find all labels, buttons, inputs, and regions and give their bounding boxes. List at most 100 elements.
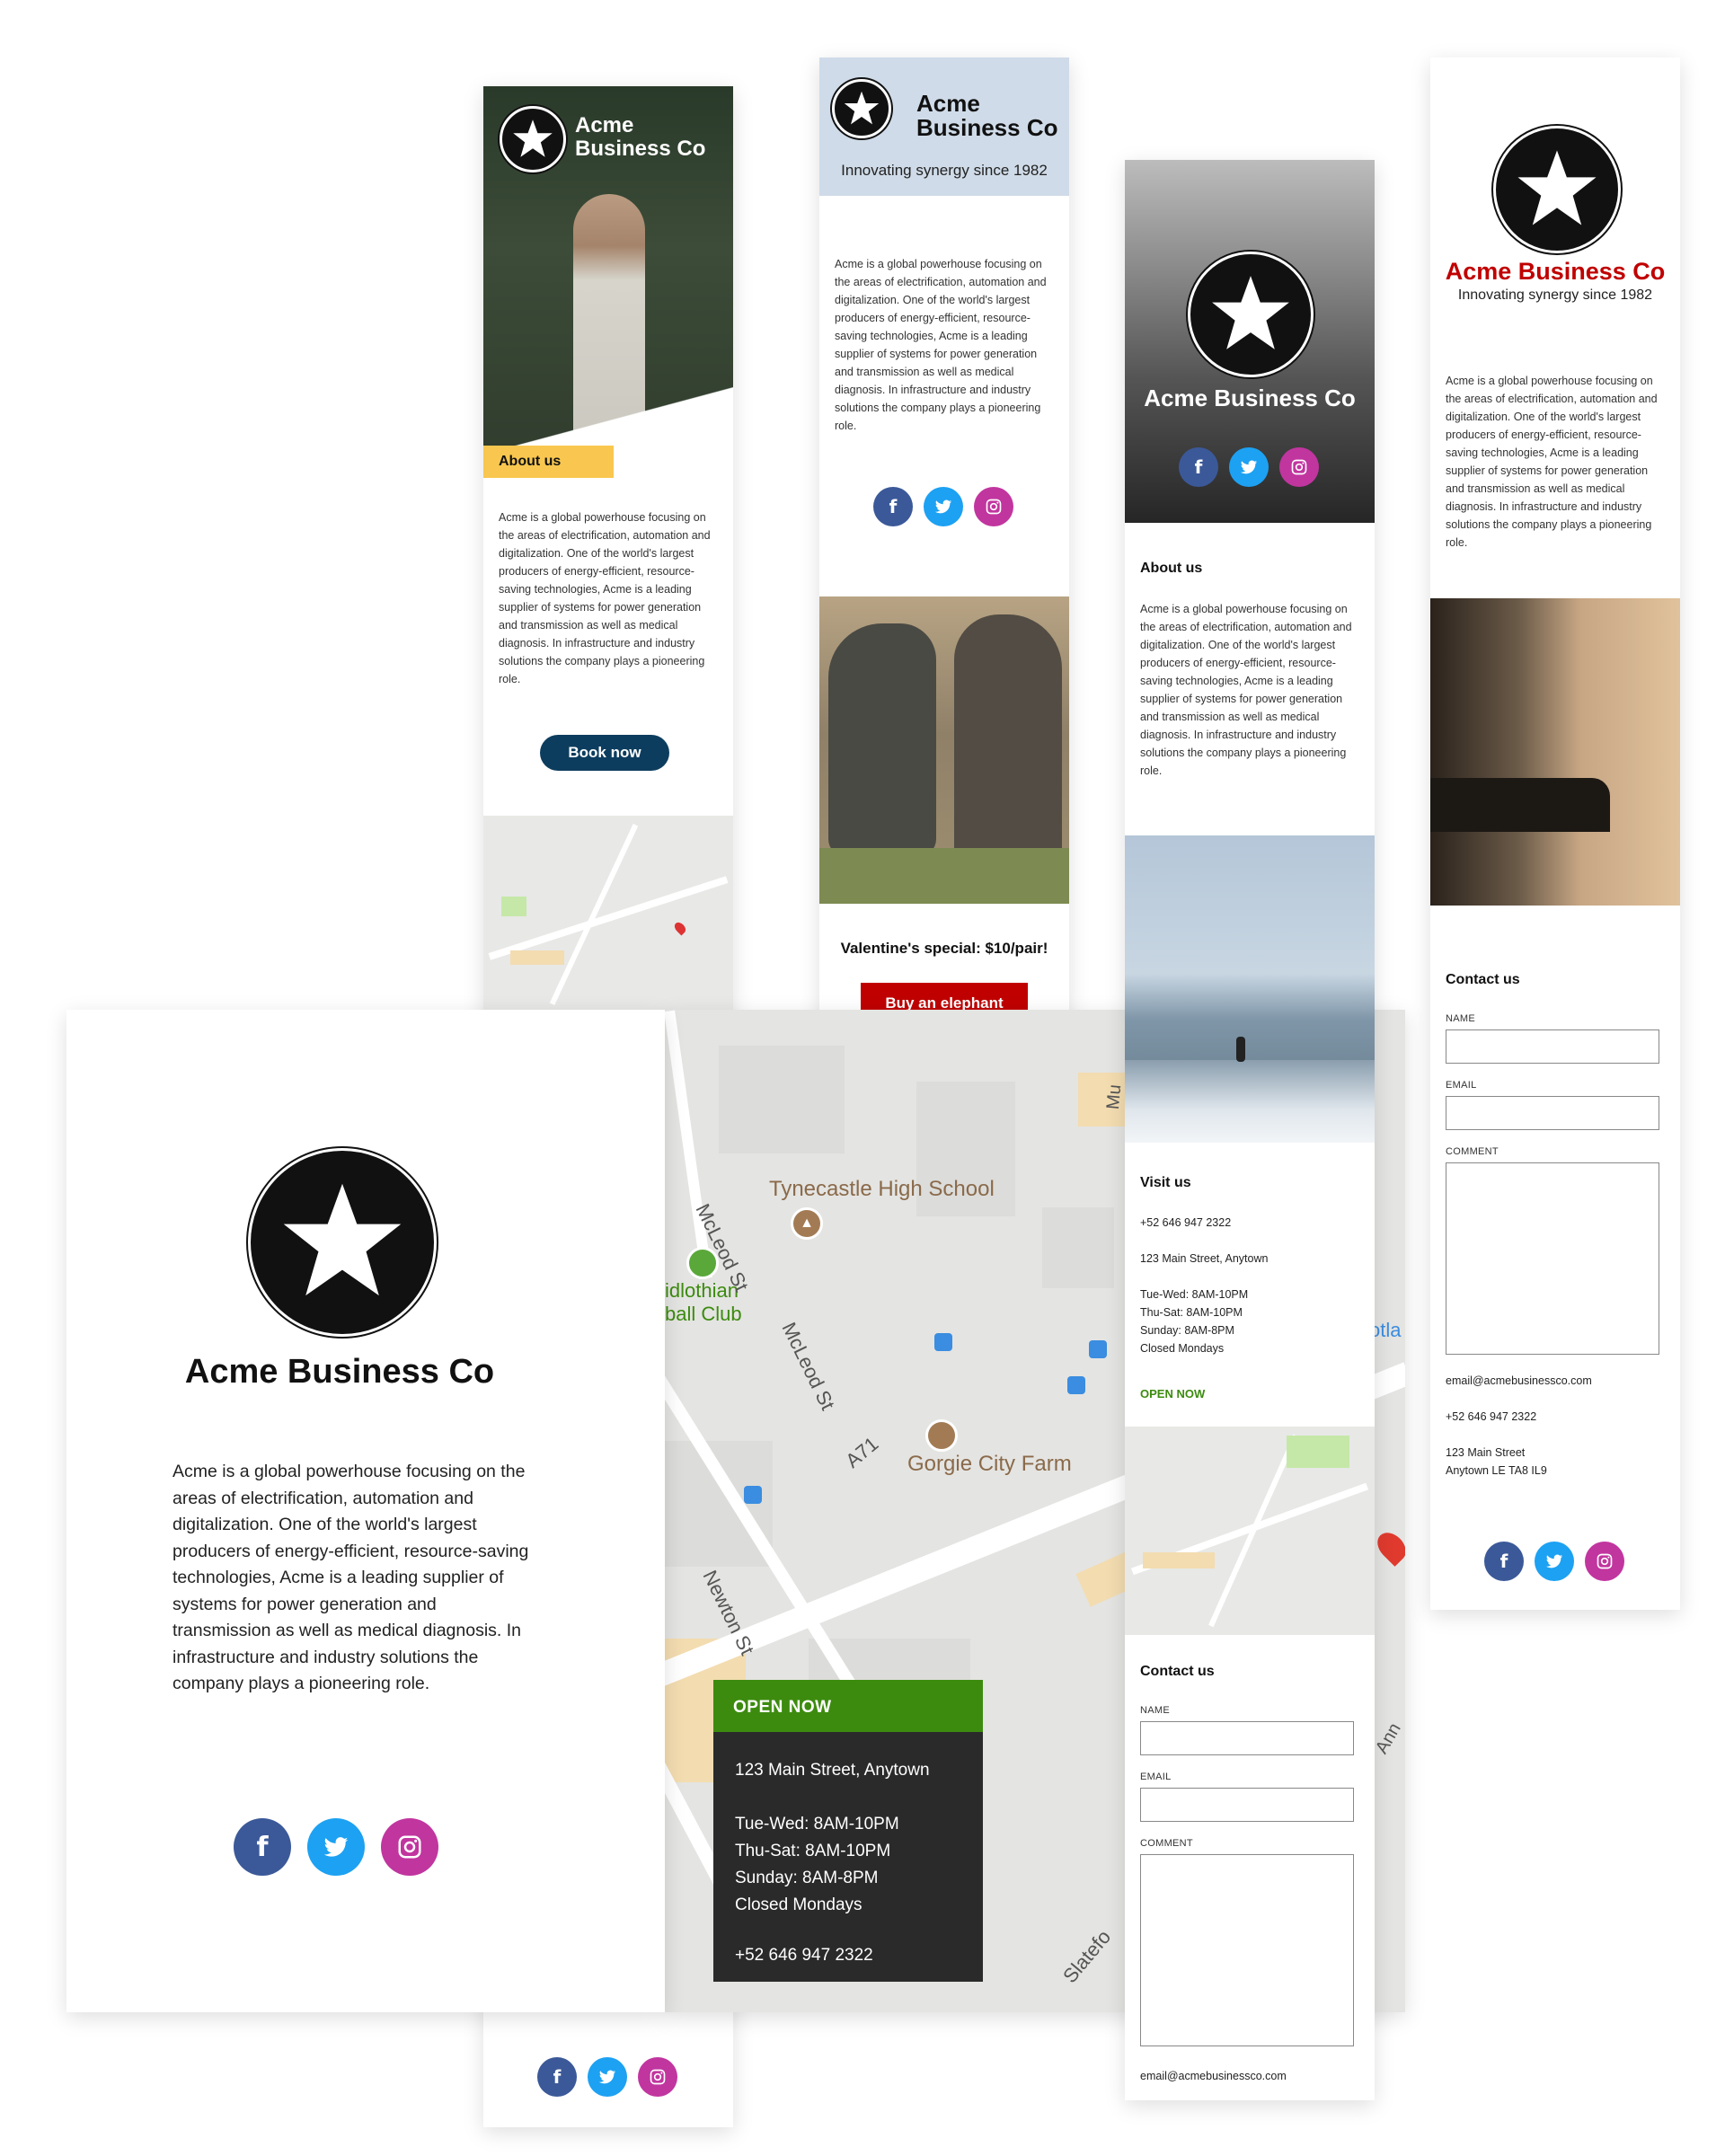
farm-icon bbox=[925, 1419, 958, 1452]
sea-photo bbox=[1125, 835, 1375, 1143]
logo-star-icon bbox=[1188, 252, 1314, 377]
map-label-road: A71 bbox=[841, 1432, 883, 1472]
contact-phone: +52 646 947 2322 bbox=[1446, 1410, 1537, 1423]
comment-label: COMMENT bbox=[1140, 1838, 1193, 1849]
instagram-icon[interactable] bbox=[1279, 447, 1319, 487]
about-heading: About us bbox=[499, 454, 562, 469]
tagline: Innovating synergy since 1982 bbox=[1457, 287, 1653, 303]
about-text: Acme is a global powerhouse focusing on … bbox=[1446, 375, 1658, 549]
hours-phone: +52 646 947 2322 bbox=[735, 1946, 873, 1965]
facebook-icon[interactable]: f bbox=[234, 1818, 291, 1876]
map-label-street2: McLeod St bbox=[777, 1319, 840, 1414]
visit-hours-3: Sunday: 8AM-8PM bbox=[1140, 1324, 1234, 1337]
social-links: f bbox=[1484, 1542, 1624, 1581]
social-links: f bbox=[873, 487, 1013, 526]
facebook-icon[interactable]: f bbox=[537, 2057, 577, 2097]
email-label: EMAIL bbox=[1446, 1080, 1477, 1091]
name-field[interactable] bbox=[1446, 1029, 1659, 1064]
promo-heading: Valentine's special: $10/pair! bbox=[840, 940, 1048, 957]
visit-address: 123 Main Street, Anytown bbox=[1140, 1252, 1269, 1265]
open-now-label: OPEN NOW bbox=[733, 1698, 832, 1717]
social-links: f bbox=[234, 1818, 438, 1876]
map-thumbnail[interactable] bbox=[483, 816, 733, 1013]
blue-header: Acme Business Co Innovating synergy sinc… bbox=[819, 57, 1069, 196]
map-thumbnail[interactable] bbox=[1125, 1427, 1375, 1635]
map-label-club-line2: ball Club bbox=[665, 1303, 742, 1325]
about-heading: About us bbox=[1140, 561, 1203, 576]
twitter-icon[interactable] bbox=[588, 2057, 627, 2097]
open-now-bar: OPEN NOW bbox=[713, 1680, 983, 1732]
hours-panel: OPEN NOW 123 Main Street, Anytown Tue-We… bbox=[713, 1680, 983, 1982]
email-field[interactable] bbox=[1140, 1788, 1354, 1822]
logo-star-icon bbox=[500, 106, 566, 172]
visit-phone: +52 646 947 2322 bbox=[1140, 1216, 1232, 1229]
template-card-blue-header: Acme Business Co Innovating synergy sinc… bbox=[819, 57, 1069, 1046]
hours-address: 123 Main Street, Anytown bbox=[735, 1761, 930, 1780]
facebook-icon[interactable]: f bbox=[1484, 1542, 1524, 1581]
logo-star-icon bbox=[248, 1148, 437, 1337]
facebook-icon[interactable]: f bbox=[873, 487, 913, 526]
bus-stop-icon bbox=[1089, 1340, 1107, 1358]
swimmer-figure bbox=[1236, 1037, 1245, 1062]
brand-name-line1: Acme bbox=[575, 113, 634, 137]
contact-email[interactable]: email@acmebusinessco.com bbox=[1446, 1374, 1592, 1387]
bus-stop-icon bbox=[934, 1333, 952, 1351]
twitter-icon[interactable] bbox=[924, 487, 963, 526]
wave-foam bbox=[1125, 1060, 1375, 1143]
template-card-red-brand: Acme Business Co Innovating synergy sinc… bbox=[1430, 57, 1680, 1610]
name-label: NAME bbox=[1446, 1013, 1475, 1024]
contact-email[interactable]: email@acmebusinessco.com bbox=[1140, 2070, 1287, 2082]
instagram-icon[interactable] bbox=[1585, 1542, 1624, 1581]
hours-line-4: Closed Mondays bbox=[735, 1895, 862, 1914]
logo-star-icon bbox=[1493, 126, 1621, 253]
address-line1: 123 Main Street bbox=[1446, 1446, 1526, 1459]
about-text: Acme is a global powerhouse focusing on … bbox=[172, 1462, 529, 1693]
template-card-large: Acme Business Co Acme is a global powerh… bbox=[66, 1010, 665, 2012]
visit-heading: Visit us bbox=[1140, 1175, 1191, 1190]
email-label: EMAIL bbox=[1140, 1772, 1172, 1782]
twitter-icon[interactable] bbox=[307, 1818, 365, 1876]
brand-name: Acme Business Co bbox=[1445, 258, 1666, 285]
brand-name-line2: Business Co bbox=[916, 114, 1058, 141]
school-icon: ▲ bbox=[791, 1207, 823, 1240]
brand-name: Acme Business Co bbox=[1144, 384, 1356, 411]
twitter-icon[interactable] bbox=[1229, 447, 1269, 487]
hours-line-2: Thu-Sat: 8AM-10PM bbox=[735, 1842, 891, 1860]
name-field[interactable] bbox=[1140, 1721, 1354, 1755]
about-tab: About us bbox=[483, 446, 614, 478]
social-links: f bbox=[1179, 447, 1319, 487]
bus-stop-icon bbox=[744, 1486, 762, 1504]
address-line2: Anytown LE TA8 IL9 bbox=[1446, 1464, 1547, 1477]
espresso-photo bbox=[1430, 598, 1680, 906]
instagram-icon[interactable] bbox=[638, 2057, 677, 2097]
contact-heading: Contact us bbox=[1446, 972, 1520, 987]
comment-label: COMMENT bbox=[1446, 1146, 1499, 1157]
brand-name-line2: Business Co bbox=[575, 137, 706, 161]
book-now-button[interactable]: Book now bbox=[540, 735, 669, 771]
about-text: Acme is a global powerhouse focusing on … bbox=[499, 511, 711, 685]
hero-photo-mist: Acme Business Co f bbox=[1125, 160, 1375, 523]
logo-star-icon bbox=[832, 79, 891, 138]
about-text: Acme is a global powerhouse focusing on … bbox=[835, 258, 1047, 432]
twitter-icon[interactable] bbox=[1535, 1542, 1574, 1581]
map-label-street5: Mu bbox=[1103, 1083, 1126, 1110]
visit-hours-1: Tue-Wed: 8AM-10PM bbox=[1140, 1288, 1249, 1301]
map-label-edge2: Ann bbox=[1371, 1719, 1405, 1758]
elephants-photo bbox=[819, 596, 1069, 904]
elephant-right bbox=[954, 614, 1062, 866]
map-label-school: Tynecastle High School bbox=[769, 1177, 995, 1201]
map-pin-icon bbox=[672, 920, 688, 936]
instagram-icon[interactable] bbox=[974, 487, 1013, 526]
brand-name: Acme Business Co bbox=[184, 1353, 495, 1391]
about-text: Acme is a global powerhouse focusing on … bbox=[1140, 603, 1352, 777]
hours-line-1: Tue-Wed: 8AM-10PM bbox=[735, 1815, 899, 1833]
comment-field[interactable] bbox=[1140, 1854, 1354, 2046]
visit-hours-4: Closed Mondays bbox=[1140, 1342, 1225, 1355]
coffee-machine-body bbox=[1430, 778, 1610, 832]
facebook-icon[interactable]: f bbox=[1179, 447, 1218, 487]
email-field[interactable] bbox=[1446, 1096, 1659, 1130]
bus-stop-icon bbox=[1067, 1376, 1085, 1394]
comment-field[interactable] bbox=[1446, 1162, 1659, 1355]
instagram-icon[interactable] bbox=[381, 1818, 438, 1876]
map-label-farm: Gorgie City Farm bbox=[907, 1452, 1072, 1476]
